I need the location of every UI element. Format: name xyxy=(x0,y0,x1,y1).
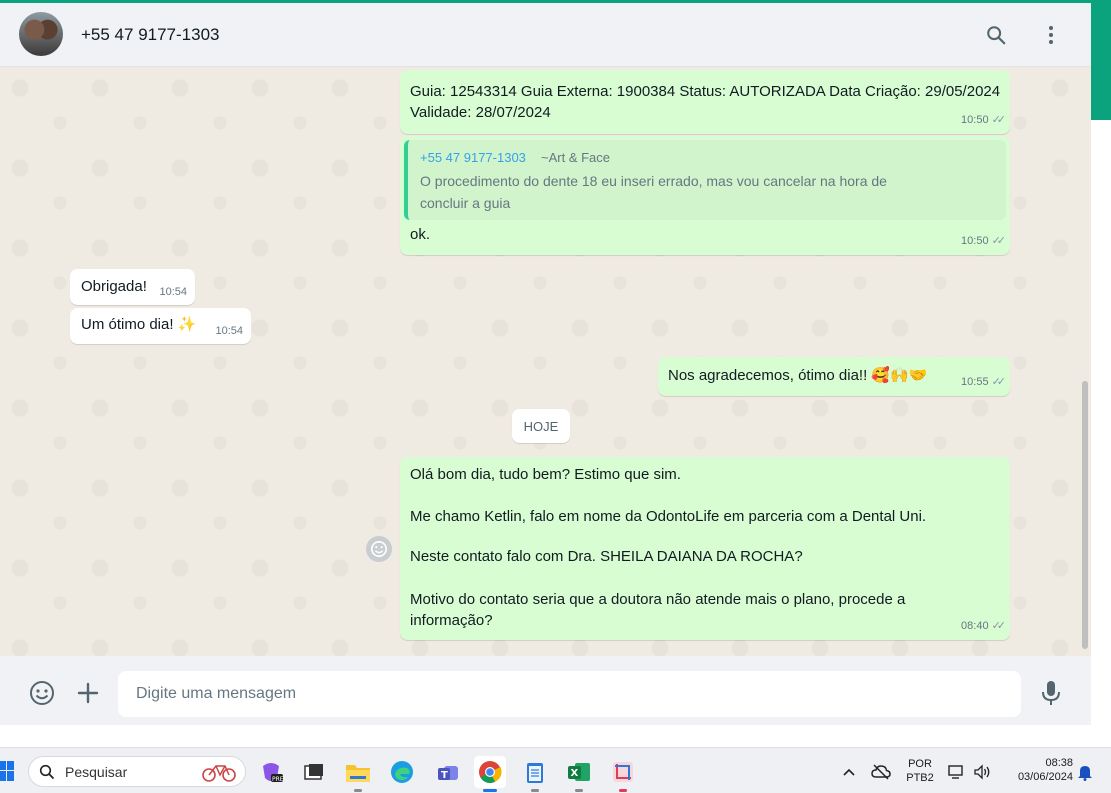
network-icon[interactable] xyxy=(945,756,969,788)
clock-date: 03/06/2024 xyxy=(1017,771,1073,783)
search-label: Pesquisar xyxy=(65,764,128,780)
double-check-icon: ✓✓ xyxy=(991,235,1007,247)
search-icon[interactable] xyxy=(982,21,1010,49)
edge-browser-icon[interactable] xyxy=(386,756,418,788)
message-meta: 10:55 ✓✓ xyxy=(961,372,1007,392)
message-time: 10:50 xyxy=(961,235,989,247)
attach-plus-icon[interactable] xyxy=(73,678,103,708)
message-incoming[interactable]: Um ótimo dia! ✨ 10:54 xyxy=(70,308,251,344)
quoted-message[interactable]: +55 47 9177-1303 ~Art & Face O procedime… xyxy=(404,140,1006,220)
contact-name[interactable]: +55 47 9177-1303 xyxy=(81,25,220,45)
message-outgoing[interactable]: Olá bom dia, tudo bem? Estimo que sim. M… xyxy=(400,457,1010,640)
message-text: ok. xyxy=(410,226,431,243)
quote-line: concluir a guia xyxy=(420,195,511,211)
taskbar-search[interactable]: Pesquisar xyxy=(28,756,246,787)
message-text: Motivo do contato seria que a doutora nã… xyxy=(410,591,906,608)
quote-group: ~Art & Face xyxy=(541,150,610,165)
composer xyxy=(0,656,1091,725)
clock-time: 08:38 xyxy=(1045,757,1073,769)
volume-icon[interactable] xyxy=(970,756,994,788)
message-text: Olá bom dia, tudo bem? Estimo que sim. xyxy=(410,466,681,483)
chrome-icon[interactable] xyxy=(474,756,506,792)
desktop-area xyxy=(0,725,1111,747)
lang-code: POR xyxy=(908,758,932,770)
search-icon xyxy=(39,764,55,780)
bicycle-icon xyxy=(202,765,236,782)
window-edge xyxy=(1091,3,1111,120)
message-outgoing-reply[interactable]: +55 47 9177-1303 ~Art & Face O procedime… xyxy=(400,136,1010,255)
running-indicator xyxy=(354,789,362,792)
task-view-icon[interactable] xyxy=(298,756,330,788)
message-text: Validade: 28/07/2024 xyxy=(410,104,551,121)
chevron-up-icon[interactable] xyxy=(836,756,862,788)
message-time: 10:55 xyxy=(961,376,989,388)
copilot-icon[interactable]: PRE xyxy=(255,756,287,788)
emoji-reaction-icon[interactable] xyxy=(366,536,392,562)
message-input[interactable] xyxy=(118,671,1021,717)
running-indicator xyxy=(575,789,583,792)
desktop-area xyxy=(1091,120,1111,725)
emoji-icon[interactable] xyxy=(27,678,57,708)
quote-author: +55 47 9177-1303 xyxy=(420,150,526,165)
message-list[interactable]: Guia: 12543314 Guia Externa: 1900384 Sta… xyxy=(0,68,1091,656)
double-check-icon: ✓✓ xyxy=(991,114,1007,126)
message-outgoing[interactable]: Guia: 12543314 Guia Externa: 1900384 Sta… xyxy=(400,70,1010,134)
message-text: informação? xyxy=(410,612,493,629)
message-time: 10:54 xyxy=(215,325,243,337)
message-text: Neste contato falo com Dra. SHEILA DAIAN… xyxy=(410,548,803,565)
message-text: Obrigada! xyxy=(81,278,147,295)
snipping-tool-icon[interactable] xyxy=(607,756,639,792)
clock[interactable]: 08:38 03/06/2024 xyxy=(1003,756,1073,784)
microphone-icon[interactable] xyxy=(1036,678,1066,708)
notification-bell-icon[interactable] xyxy=(1074,756,1096,788)
svg-text:X: X xyxy=(571,768,579,779)
message-text: Um ótimo dia! ✨ xyxy=(81,316,197,333)
quote-text: O procedimento do dente 18 eu inseri err… xyxy=(420,170,940,214)
quote-line: O procedimento do dente 18 eu inseri err… xyxy=(420,173,887,189)
chat-header: +55 47 9177-1303 xyxy=(0,3,1091,67)
svg-text:T: T xyxy=(441,770,448,781)
message-meta: 10:50 ✓✓ xyxy=(961,110,1007,130)
chat-scrollbar[interactable] xyxy=(1082,381,1088,649)
double-check-icon: ✓✓ xyxy=(991,376,1007,388)
message-time: 10:50 xyxy=(961,114,989,126)
double-check-icon: ✓✓ xyxy=(991,620,1007,632)
file-explorer-icon[interactable] xyxy=(342,756,374,792)
message-text: Me chamo Ketlin, falo em nome da OdontoL… xyxy=(410,508,927,525)
input-language[interactable]: POR PTB2 xyxy=(902,757,938,785)
running-indicator xyxy=(619,789,627,792)
menu-dots-icon[interactable] xyxy=(1037,21,1065,49)
excel-icon[interactable]: X xyxy=(563,756,595,792)
message-incoming[interactable]: Obrigada! 10:54 xyxy=(70,269,195,305)
svg-text:PRE: PRE xyxy=(272,776,283,783)
teams-icon[interactable]: T xyxy=(432,756,464,788)
date-separator: HOJE xyxy=(512,409,570,443)
running-indicator xyxy=(531,789,539,792)
keyboard-layout: PTB2 xyxy=(906,772,934,784)
whatsapp-window: +55 47 9177-1303 Guia: 12543314 Guia Ext… xyxy=(0,3,1091,725)
message-outgoing[interactable]: Nos agradecemos, ótimo dia!! 🥰🙌🤝 10:55 ✓… xyxy=(658,357,1010,396)
message-meta: 08:40 ✓✓ xyxy=(961,616,1007,636)
message-time: 10:54 xyxy=(159,286,187,298)
message-text: Nos agradecemos, ótimo dia!! 🥰🙌🤝 xyxy=(668,367,928,384)
windows-start-icon[interactable] xyxy=(0,761,14,781)
message-time: 08:40 xyxy=(961,620,989,632)
cloud-offline-icon[interactable] xyxy=(866,756,896,788)
notepad-icon[interactable] xyxy=(519,756,551,792)
message-meta: 10:50 ✓✓ xyxy=(961,231,1007,251)
windows-taskbar: Pesquisar PRE T X POR PTB2 08:38 03/06/2… xyxy=(0,747,1111,793)
message-text: Guia: 12543314 Guia Externa: 1900384 Sta… xyxy=(410,83,1001,100)
active-indicator xyxy=(483,789,497,792)
contact-avatar[interactable] xyxy=(19,12,63,56)
